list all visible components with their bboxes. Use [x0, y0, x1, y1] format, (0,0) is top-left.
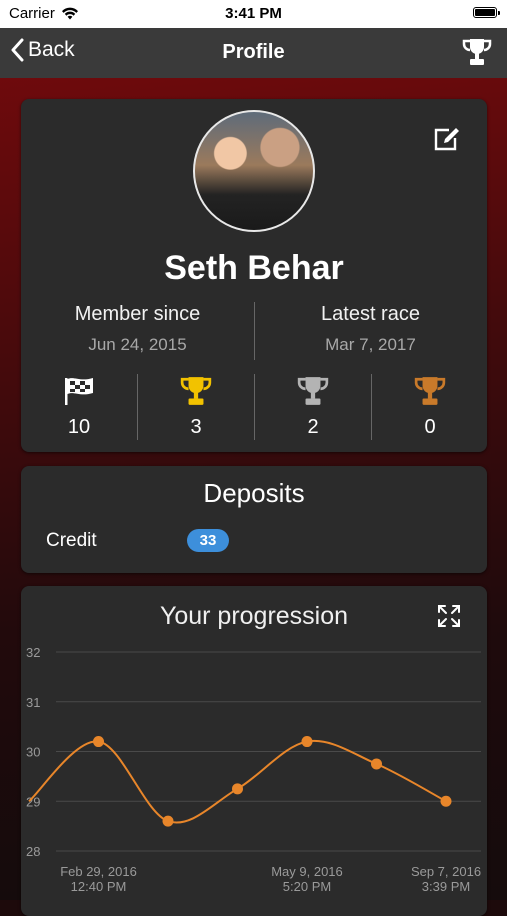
- series-line: [28, 739, 447, 824]
- x-tick-label: 5:20 PM: [283, 879, 331, 894]
- member-since-value: Jun 24, 2015: [88, 335, 187, 354]
- profile-name: Seth Behar: [164, 249, 344, 287]
- navigation-bar: Back Profile: [0, 28, 507, 78]
- data-point: [371, 758, 382, 770]
- data-point: [93, 736, 104, 748]
- checkered-flag-icon: [65, 378, 93, 405]
- deposits-card: Deposits Credit 33: [21, 466, 487, 573]
- y-tick-label: 31: [26, 695, 40, 710]
- data-point: [162, 815, 174, 827]
- stat-races: 10: [21, 375, 137, 439]
- trophy-button[interactable]: [461, 37, 493, 72]
- credit-label: Credit: [46, 530, 97, 551]
- credit-badge: 33: [187, 529, 229, 552]
- member-since-label: Member since: [74, 303, 201, 325]
- gold-trophy-icon: [180, 377, 212, 405]
- latest-race: Latest race Mar 7, 2017: [254, 303, 487, 355]
- x-tick-label: May 9, 2016: [271, 864, 343, 879]
- battery-icon: [473, 7, 500, 18]
- avatar[interactable]: [193, 110, 315, 232]
- deposits-title: Deposits: [203, 478, 305, 508]
- data-point: [232, 783, 243, 795]
- stat-gold: 3: [138, 375, 254, 439]
- stat-bronze: 0: [372, 375, 488, 439]
- bronze-count: 0: [424, 416, 436, 438]
- x-tick-label: 12:40 PM: [71, 879, 127, 894]
- x-tick-label: Feb 29, 2016: [60, 864, 137, 879]
- edit-icon: [434, 128, 459, 151]
- status-time: 3:41 PM: [225, 5, 282, 22]
- status-bar: Carrier 3:41 PM: [0, 0, 507, 28]
- stat-silver: 2: [255, 375, 371, 439]
- trophy-icon: [462, 39, 492, 65]
- x-tick-label: Sep 7, 2016: [411, 864, 481, 879]
- y-tick-label: 30: [26, 745, 40, 760]
- y-tick-label: 32: [26, 645, 40, 660]
- edit-profile-button[interactable]: [433, 126, 461, 157]
- latest-race-value: Mar 7, 2017: [325, 335, 416, 354]
- silver-count: 2: [307, 416, 319, 438]
- y-tick-label: 28: [26, 844, 40, 859]
- latest-race-label: Latest race: [321, 303, 420, 325]
- data-point: [440, 795, 452, 807]
- progression-card: Your progression 32 31 30 29 28 Feb 29, 2016 1…: [21, 586, 487, 916]
- races-count: 10: [67, 416, 91, 438]
- progression-chart: 3231302928Feb 29, 201612:40 PMMay 9, 201…: [26, 645, 481, 894]
- bronze-trophy-icon: [414, 377, 446, 405]
- member-since: Member since Jun 24, 2015: [21, 303, 254, 355]
- gold-count: 3: [190, 416, 202, 438]
- page-title: Profile: [222, 41, 285, 63]
- silver-trophy-icon: [297, 377, 329, 405]
- data-point: [301, 736, 313, 748]
- x-tick-label: 3:39 PM: [422, 879, 470, 894]
- profile-card: Seth Behar Member since Jun 24, 2015 Lat…: [21, 99, 487, 452]
